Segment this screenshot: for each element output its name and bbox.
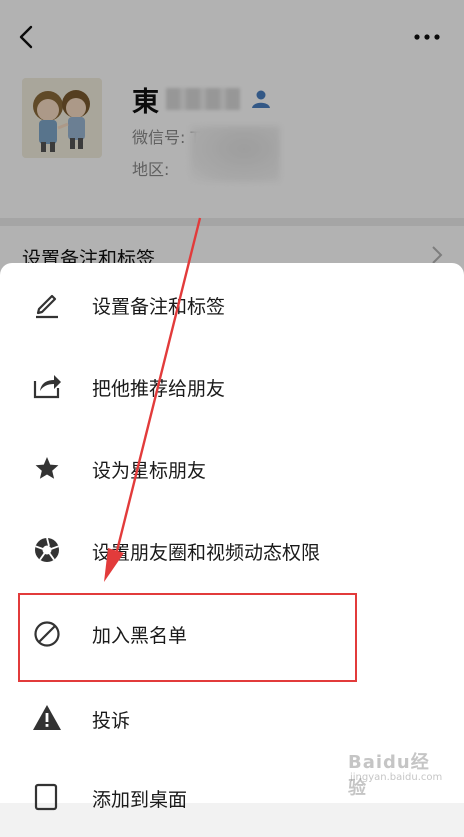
- menu-label: 添加到桌面: [92, 789, 188, 811]
- menu-label: 把他推荐给朋友: [92, 378, 226, 400]
- star-icon: [30, 451, 64, 485]
- highlight-box: [18, 593, 357, 682]
- menu-item-star-friend[interactable]: 设为星标朋友: [0, 427, 464, 509]
- warning-icon: [30, 701, 64, 735]
- baidu-jingyan-watermark: Baidu经验 jingyan.baidu.com: [348, 748, 448, 799]
- menu-item-set-remark[interactable]: 设置备注和标签: [0, 263, 464, 345]
- add-to-desktop-icon: [30, 779, 64, 813]
- menu-label: 投诉: [92, 710, 131, 732]
- edit-icon: [30, 287, 64, 321]
- menu-item-recommend-friend[interactable]: 把他推荐给朋友: [0, 345, 464, 427]
- menu-item-complain[interactable]: 投诉: [0, 673, 464, 755]
- watermark-url: jingyan.baidu.com: [350, 772, 443, 783]
- action-sheet: 设置备注和标签 把他推荐给朋友 设为星标朋友 设置朋友圈和视频动态权限 加入黑名…: [0, 263, 464, 811]
- menu-label: 设置朋友圈和视频动态权限: [92, 542, 321, 564]
- menu-item-moments-permission[interactable]: 设置朋友圈和视频动态权限: [0, 509, 464, 591]
- share-icon: [30, 369, 64, 403]
- menu-label: 设置备注和标签: [92, 296, 226, 318]
- aperture-icon: [30, 533, 64, 567]
- menu-label: 设为星标朋友: [92, 460, 207, 482]
